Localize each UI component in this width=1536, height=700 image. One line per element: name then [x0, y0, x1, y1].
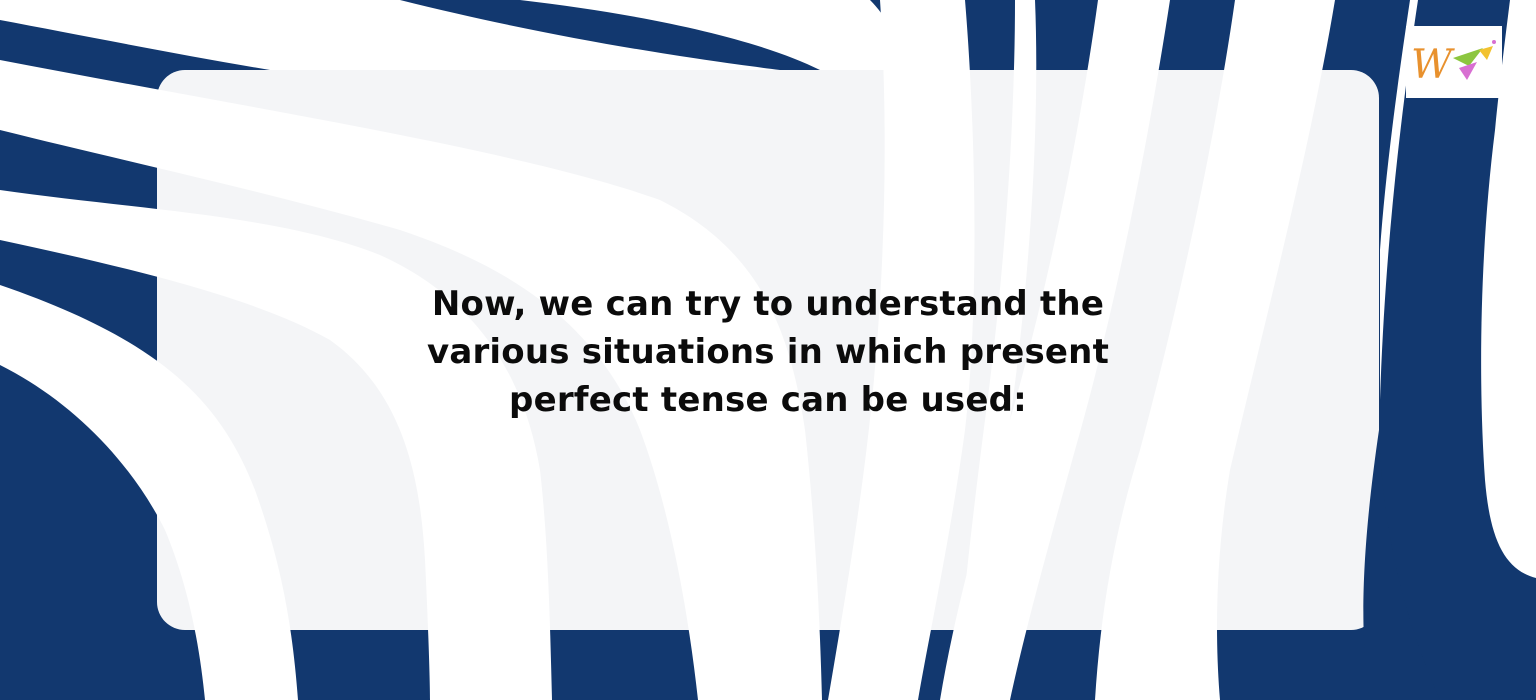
slide: W Now, we can try to understand the vari… — [0, 0, 1536, 700]
brand-logo-icon: W — [1411, 40, 1496, 88]
logo-triangle-yellow — [1479, 46, 1493, 60]
main-message: Now, we can try to understand the variou… — [426, 284, 1110, 420]
logo-box: W — [1406, 26, 1502, 98]
logo-triangle-green — [1453, 48, 1483, 66]
logo-letter: W — [1411, 42, 1455, 88]
logo-dot — [1492, 40, 1496, 44]
